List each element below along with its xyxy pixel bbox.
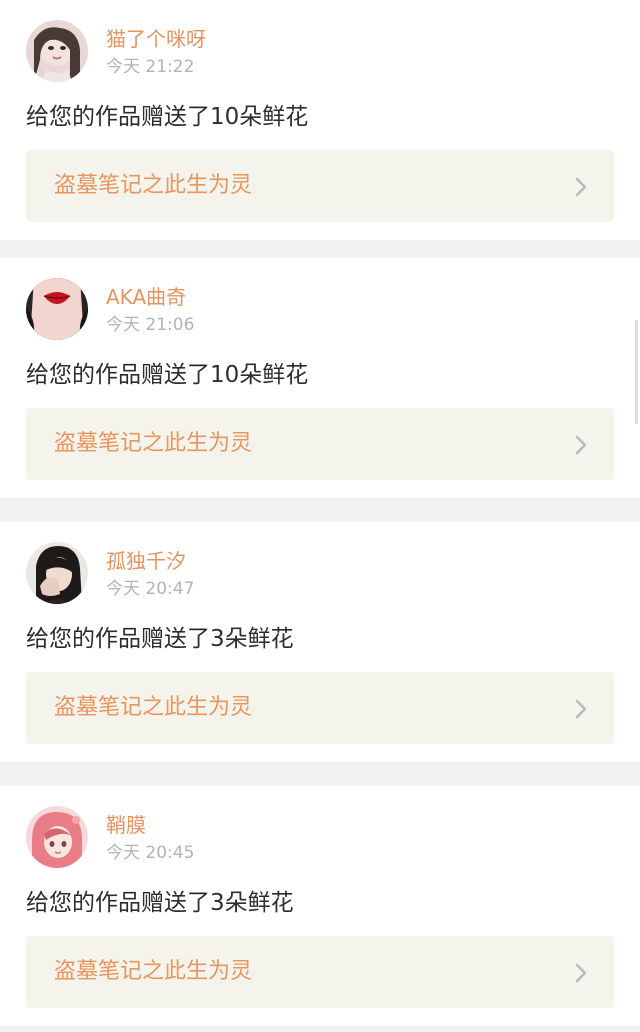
work-title: 盗墓笔记之此生为灵 xyxy=(54,431,253,456)
chevron-right-icon xyxy=(575,177,587,197)
avatar[interactable] xyxy=(26,20,88,82)
work-link-button[interactable]: 盗墓笔记之此生为灵 xyxy=(26,672,614,744)
work-link-button[interactable]: 盗墓笔记之此生为灵 xyxy=(26,150,614,222)
notification-card: 孤独千汐 今天 20:47 给您的作品赠送了3朵鲜花 盗墓笔记之此生为灵 xyxy=(0,522,640,762)
timestamp: 今天 20:47 xyxy=(106,579,195,599)
notification-card: 猫了个咪呀 今天 21:22 给您的作品赠送了10朵鲜花 盗墓笔记之此生为灵 xyxy=(0,0,640,240)
gift-message: 给您的作品赠送了10朵鲜花 xyxy=(26,104,309,130)
username[interactable]: 孤独千汐 xyxy=(106,548,186,574)
avatar[interactable] xyxy=(26,542,88,604)
username[interactable]: 鞘膜 xyxy=(106,812,146,838)
timestamp: 今天 20:45 xyxy=(106,843,195,863)
timestamp: 今天 21:22 xyxy=(106,57,195,77)
work-link-button[interactable]: 盗墓笔记之此生为灵 xyxy=(26,408,614,480)
avatar[interactable] xyxy=(26,806,88,868)
work-link-button[interactable]: 盗墓笔记之此生为灵 xyxy=(26,936,614,1008)
chevron-right-icon xyxy=(575,699,587,719)
username[interactable]: 猫了个咪呀 xyxy=(106,26,206,52)
timestamp: 今天 21:06 xyxy=(106,315,195,335)
scrollbar[interactable] xyxy=(635,320,638,424)
chevron-right-icon xyxy=(575,963,587,983)
work-title: 盗墓笔记之此生为灵 xyxy=(54,695,253,720)
gift-message: 给您的作品赠送了10朵鲜花 xyxy=(26,362,309,388)
work-title: 盗墓笔记之此生为灵 xyxy=(54,173,253,198)
chevron-right-icon xyxy=(575,435,587,455)
notification-card: 鞘膜 今天 20:45 给您的作品赠送了3朵鲜花 盗墓笔记之此生为灵 xyxy=(0,786,640,1026)
avatar[interactable] xyxy=(26,278,88,340)
username[interactable]: AKA曲奇 xyxy=(106,284,186,310)
work-title: 盗墓笔记之此生为灵 xyxy=(54,959,253,984)
notification-card: AKA曲奇 今天 21:06 给您的作品赠送了10朵鲜花 盗墓笔记之此生为灵 xyxy=(0,258,640,498)
gift-message: 给您的作品赠送了3朵鲜花 xyxy=(26,626,294,652)
gift-message: 给您的作品赠送了3朵鲜花 xyxy=(26,890,294,916)
